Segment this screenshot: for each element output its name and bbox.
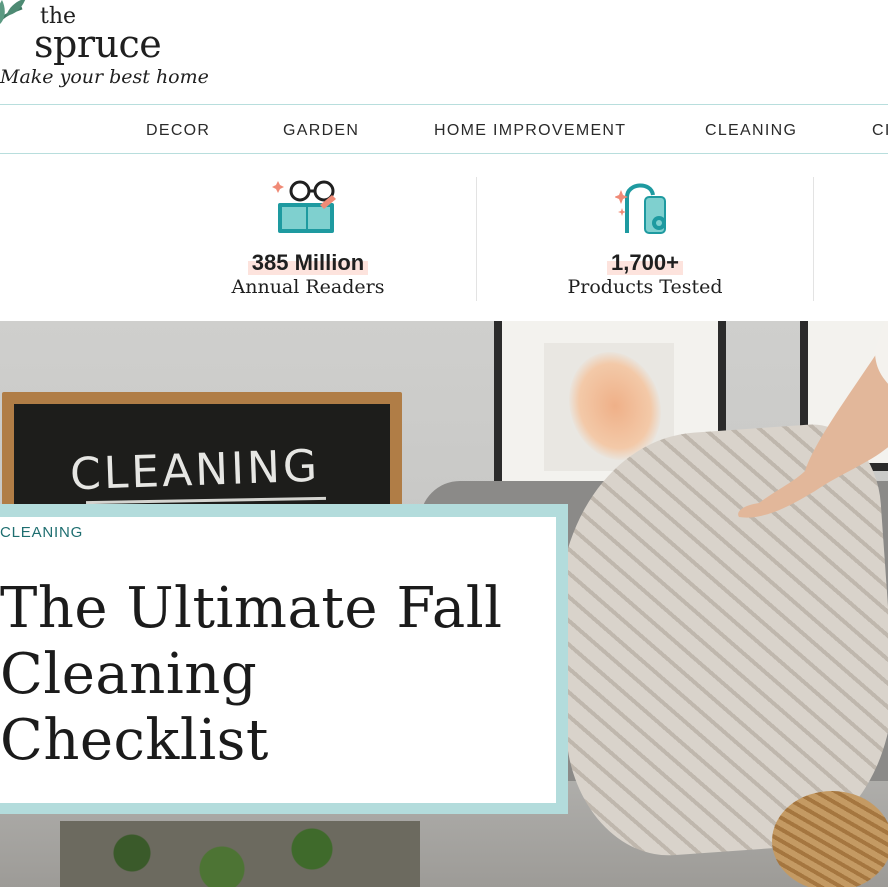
title-card[interactable]: CLEANING The Ultimate Fall Cleaning Chec… [0,517,556,803]
stat-products: 1,700+ Products Tested [477,155,813,321]
stat-readers-number: 385 Million [247,250,369,275]
article-title[interactable]: The Ultimate Fall Cleaning Checklist [0,576,540,774]
stats-band: 385 Million Annual Readers 1,700+ Produc… [0,155,888,321]
logo-tagline: Make your best home [0,66,209,88]
stats-divider [813,177,814,301]
wicker-basket [772,791,888,887]
stat-readers-label: Annual Readers [231,276,385,298]
logo-word-spruce: spruce [34,22,162,66]
nav-item-decor[interactable]: DECOR [146,122,210,140]
plant [60,821,420,887]
stat-products-number: 1,700+ [607,250,683,275]
hero-section[interactable]: CLEANING CLEANING The Ultimate Fall Clea… [0,321,888,887]
stat-readers: 385 Million Annual Readers [140,155,476,321]
nav-item-garden[interactable]: GARDEN [283,122,359,140]
chalkboard-text: CLEANING [69,440,321,501]
nav-item-truncated[interactable]: CI [872,122,888,140]
reading-glasses-icon [272,180,336,233]
main-nav: DECOR GARDEN HOME IMPROVEMENT CLEANING C… [0,104,888,154]
vacuum-icon [615,183,666,234]
nav-item-home-improvement[interactable]: HOME IMPROVEMENT [434,122,626,140]
hand-arm [738,321,888,518]
leaf-logo-icon [0,0,26,24]
site-header: the spruce Make your best home [0,0,888,104]
category-tag[interactable]: CLEANING [0,524,83,541]
nav-item-cleaning[interactable]: CLEANING [705,122,797,140]
stat-products-label: Products Tested [567,276,723,298]
